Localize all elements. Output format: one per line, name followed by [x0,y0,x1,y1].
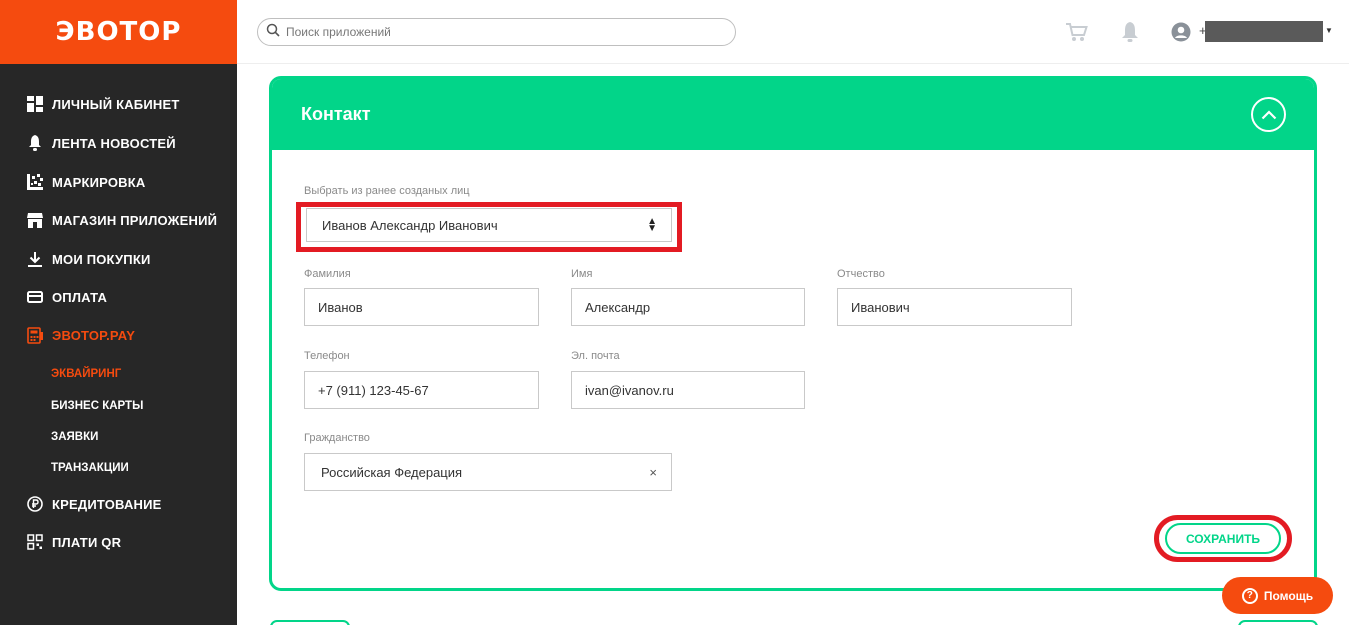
phone-input[interactable] [318,382,538,398]
sidebar-subitem-label: ЗАЯВКИ [51,431,99,443]
search-icon [266,23,280,42]
card-icon [26,289,43,306]
lastname-field[interactable] [304,288,539,326]
question-icon: ? [1241,587,1258,604]
sidebar-item-cabinet[interactable]: ЛИЧНЫЙ КАБИНЕТ [0,86,237,122]
logo-text: ЭВОТОР [55,17,182,47]
terminal-icon [26,326,43,344]
sidebar-item-label: МАГАЗИН ПРИЛОЖЕНИЙ [52,212,218,228]
bottom-button-right[interactable] [1238,620,1318,625]
ruble-icon [26,496,43,513]
lastname-input[interactable] [318,299,538,315]
lastname-label: Фамилия [304,268,351,280]
top-header: + ▼ [237,0,1349,64]
citizenship-label: Гражданство [304,432,370,444]
sidebar-item-evotor-pay[interactable]: ЭВОТОР.PAY [0,317,237,353]
sidebar-item-marking[interactable]: МАРКИРОВКА [0,164,237,200]
search-input[interactable] [286,25,706,39]
middlename-label: Отчество [837,268,885,280]
select-label: Выбрать из ранее созданых лиц [304,185,470,197]
bell-icon [26,135,43,152]
sidebar-item-app-store[interactable]: МАГАЗИН ПРИЛОЖЕНИЙ [0,202,237,238]
sidebar-item-label: МАРКИРОВКА [52,174,146,190]
user-icon[interactable] [1169,20,1193,44]
save-button[interactable]: СОХРАНИТЬ [1165,523,1281,554]
cart-icon[interactable] [1065,20,1089,44]
user-name-redacted[interactable] [1205,21,1323,42]
sidebar-item-crediting[interactable]: КРЕДИТОВАНИЕ [0,486,237,522]
sidebar-item-payment[interactable]: ОПЛАТА [0,279,237,315]
email-input[interactable] [585,382,804,398]
logo[interactable]: ЭВОТОР [0,0,237,64]
sidebar-subitem-label: БИЗНЕС КАРТЫ [51,400,144,412]
contact-card: Контакт [269,76,1317,591]
qr-icon [26,534,43,551]
email-field[interactable] [571,371,805,409]
firstname-field[interactable] [571,288,805,326]
sidebar-subitem-label: ЭКВАЙРИНГ [51,368,122,380]
card-title: Контакт [301,104,371,124]
search-bar[interactable] [257,18,736,46]
chevron-up-icon [1261,109,1276,119]
sidebar-subitem-label: ТРАНЗАКЦИИ [51,462,129,474]
sidebar-subitem-transactions[interactable]: ТРАНЗАКЦИИ [51,456,129,480]
help-button[interactable]: ? Помощь [1222,577,1333,614]
firstname-input[interactable] [585,299,804,315]
dashboard-icon [26,96,43,113]
help-label: Помощь [1263,588,1314,603]
middlename-field[interactable] [837,288,1072,326]
sidebar-item-label: ОПЛАТА [52,289,108,305]
sidebar-item-label: ЭВОТОР.PAY [52,327,136,343]
sidebar-item-label: МОИ ПОКУПКИ [52,251,151,267]
clear-icon[interactable]: × [649,465,657,480]
bottom-button-left[interactable] [270,620,350,625]
chevron-down-icon[interactable]: ▼ [1325,26,1333,35]
datamatrix-icon [26,174,43,191]
sidebar-item-pay-qr[interactable]: ПЛАТИ QR [0,524,237,560]
sidebar-item-label: КРЕДИТОВАНИЕ [52,496,162,512]
phone-label: Телефон [304,350,350,362]
sidebar-subitem-acquiring[interactable]: ЭКВАЙРИНГ [51,362,121,386]
sidebar-subitem-requests[interactable]: ЗАЯВКИ [51,425,98,449]
phone-field[interactable] [304,371,539,409]
sidebar-item-label: ЛЕНТА НОВОСТЕЙ [52,135,176,151]
card-header: Контакт [272,79,1314,150]
sidebar-item-purchases[interactable]: МОИ ПОКУПКИ [0,241,237,277]
citizenship-value: Российская Федерация [321,464,463,480]
firstname-label: Имя [571,268,593,280]
sidebar-subitem-business-cards[interactable]: БИЗНЕС КАРТЫ [51,394,143,418]
citizenship-select[interactable]: Российская Федерация × [304,453,672,491]
contact-select-value: Иванов Александр Иванович [322,217,498,233]
download-icon [26,251,43,268]
sidebar-item-label: ЛИЧНЫЙ КАБИНЕТ [52,96,180,112]
collapse-button[interactable] [1251,97,1286,132]
bell-icon[interactable] [1118,20,1142,44]
store-icon [26,212,43,229]
sidebar-item-news[interactable]: ЛЕНТА НОВОСТЕЙ [0,125,237,161]
select-sort-icon: ▲ ▼ [647,216,657,234]
middlename-input[interactable] [851,299,1071,315]
email-label: Эл. почта [571,350,620,362]
contact-select[interactable]: Иванов Александр Иванович ▲ ▼ [306,208,672,242]
sidebar-item-label: ПЛАТИ QR [52,534,122,550]
